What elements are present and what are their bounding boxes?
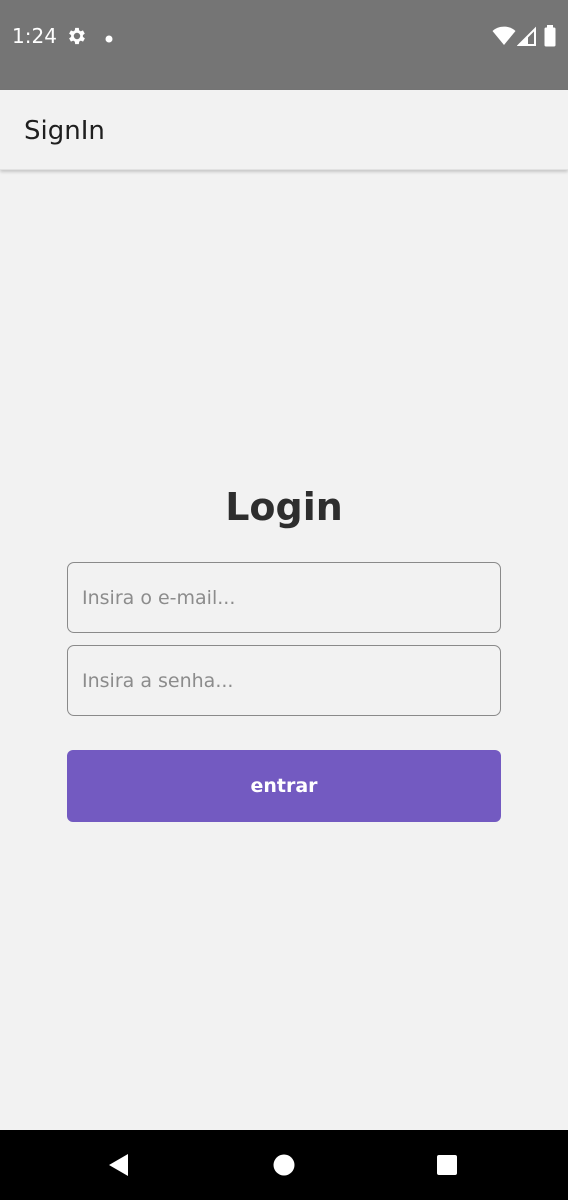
password-field[interactable] xyxy=(67,645,501,716)
status-bar: 1:24 xyxy=(0,0,568,90)
navigation-bar xyxy=(0,1130,568,1200)
home-icon[interactable] xyxy=(266,1147,302,1183)
login-form: Login entrar xyxy=(0,171,568,1130)
gear-icon xyxy=(66,25,88,47)
cell-signal-icon xyxy=(516,25,537,47)
wifi-icon xyxy=(492,25,516,47)
recents-icon[interactable] xyxy=(429,1147,465,1183)
email-field[interactable] xyxy=(67,562,501,633)
battery-icon xyxy=(543,24,557,48)
status-time: 1:24 xyxy=(12,24,57,48)
notification-dot-icon xyxy=(104,31,114,43)
app-bar: SignIn xyxy=(0,90,568,170)
login-button[interactable]: entrar xyxy=(67,750,501,822)
app-title: SignIn xyxy=(24,116,105,146)
page-title: Login xyxy=(225,485,343,529)
back-icon[interactable] xyxy=(101,1147,137,1183)
